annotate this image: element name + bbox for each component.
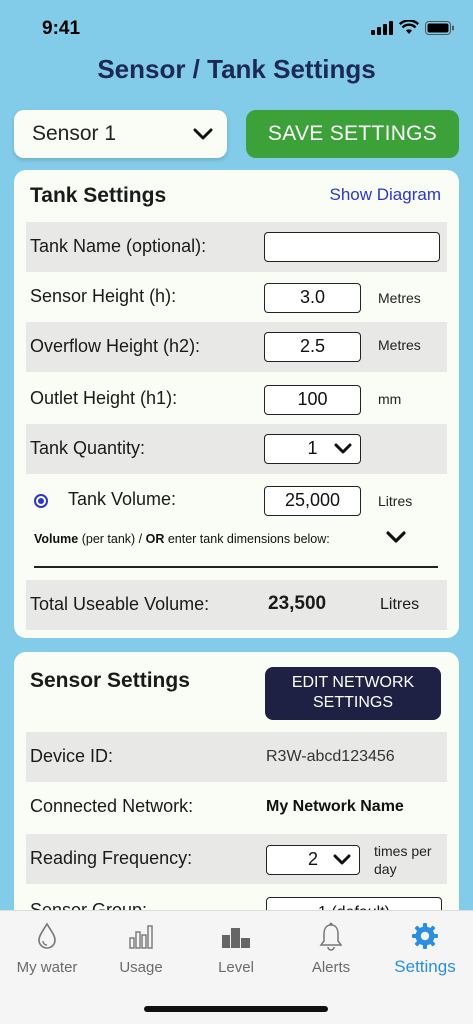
tab-usage[interactable]: Usage (94, 921, 188, 976)
outlet-height-input[interactable]: 100 (264, 385, 361, 415)
sensor-dropdown-value: Sensor 1 (32, 122, 117, 145)
water-drop-icon (38, 922, 56, 949)
outlet-height-unit: mm (378, 391, 402, 407)
connected-network-value: My Network Name (266, 798, 404, 815)
show-diagram-link[interactable]: Show Diagram (330, 185, 442, 205)
reading-frequency-unit-line1: times per (374, 843, 432, 859)
connected-network-label: Connected Network: (30, 796, 194, 816)
tank-quantity-label: Tank Quantity: (30, 438, 146, 458)
bar-chart-icon (129, 925, 153, 949)
gear-icon (412, 923, 438, 949)
status-bar: 9:41 (0, 0, 473, 56)
device-id-value: R3W-abcd123456 (266, 748, 395, 765)
tank-settings-title: Tank Settings (30, 184, 167, 207)
total-volume-unit: Litres (380, 596, 420, 613)
wifi-icon (399, 20, 419, 34)
tank-volume-radio[interactable] (34, 494, 48, 508)
total-volume-row: Total Useable Volume: 23,500 Litres (26, 580, 447, 630)
overflow-height-input[interactable]: 2.5 (264, 332, 361, 362)
overflow-height-row: Overflow Height (h2): 2.5 Metres (26, 322, 447, 372)
edit-network-label-line1: EDIT NETWORK (291, 674, 415, 691)
sensor-height-unit: Metres (378, 290, 421, 306)
total-volume-label: Total Useable Volume: (30, 594, 210, 614)
divider (34, 566, 438, 568)
connected-network-row: Connected Network: My Network Name (26, 782, 447, 832)
tank-quantity-row: Tank Quantity: 1 (26, 424, 447, 474)
tank-quantity-select[interactable]: 1 (264, 434, 361, 464)
save-settings-button[interactable]: SAVE SETTINGS (246, 110, 459, 158)
home-indicator (144, 1006, 328, 1012)
sensor-settings-card: Sensor Settings EDIT NETWORK SETTINGS De… (14, 652, 459, 952)
overflow-height-unit: Metres (378, 337, 421, 353)
edit-network-settings-button[interactable]: EDIT NETWORK SETTINGS (265, 667, 441, 720)
outlet-height-label: Outlet Height (h1): (30, 388, 178, 408)
outlet-height-row: Outlet Height (h1): 100 mm (26, 374, 447, 424)
expand-dimensions-chevron-icon[interactable] (386, 531, 406, 544)
sensor-height-input[interactable]: 3.0 (264, 283, 361, 313)
sensor-height-row: Sensor Height (h): 3.0 Metres (26, 272, 447, 322)
reading-frequency-value: 2 (307, 849, 318, 869)
tank-volume-unit: Litres (378, 493, 413, 509)
chevron-down-icon (333, 854, 351, 865)
page-title: Sensor / Tank Settings (97, 54, 376, 84)
tab-label: Level (218, 959, 254, 976)
device-id-label: Device ID: (30, 746, 114, 766)
tab-label: Settings (394, 957, 456, 976)
tab-label: Alerts (311, 959, 351, 976)
tab-level[interactable]: Level (189, 921, 283, 976)
chevron-down-icon (334, 443, 352, 454)
tank-volume-input[interactable]: 25,000 (264, 486, 361, 516)
sensor-height-label: Sensor Height (h): (30, 286, 177, 306)
signal-icon (371, 20, 393, 35)
tank-volume-row: Tank Volume: 25,000 Litres (26, 475, 447, 525)
reading-frequency-unit-line2: day (374, 861, 397, 877)
tank-name-row: Tank Name (optional): (26, 222, 447, 272)
chevron-down-icon (193, 128, 213, 140)
reading-frequency-select[interactable]: 2 (266, 845, 360, 875)
tank-name-label: Tank Name (optional): (30, 236, 207, 256)
status-icons (371, 20, 455, 35)
overflow-height-label: Overflow Height (h2): (30, 336, 201, 356)
status-time: 9:41 (42, 18, 81, 39)
total-volume-value: 23,500 (268, 593, 327, 614)
reading-frequency-label: Reading Frequency: (30, 848, 193, 868)
device-id-row: Device ID: R3W-abcd123456 (26, 732, 447, 782)
tank-volume-label: Tank Volume: (68, 489, 177, 509)
tab-my-water[interactable]: My water (0, 921, 94, 976)
level-icon (222, 928, 250, 948)
tab-label: Usage (119, 959, 163, 976)
tab-label: My water (16, 959, 78, 976)
tank-quantity-value: 1 (307, 438, 318, 458)
tank-settings-card: Tank Settings Show Diagram Tank Name (op… (14, 170, 459, 638)
edit-network-label-line2: SETTINGS (312, 694, 393, 711)
tab-settings[interactable]: Settings (378, 921, 472, 977)
sensor-settings-title: Sensor Settings (30, 669, 190, 692)
tank-name-input[interactable] (264, 232, 440, 262)
bell-icon (319, 922, 343, 951)
battery-icon (425, 20, 454, 35)
tab-alerts[interactable]: Alerts (284, 921, 378, 976)
volume-dimensions-note: Volume (per tank) / OR enter tank dimens… (34, 532, 330, 546)
sensor-dropdown[interactable]: Sensor 1 (14, 110, 227, 158)
reading-frequency-row: Reading Frequency: 2 times per day (26, 834, 447, 884)
